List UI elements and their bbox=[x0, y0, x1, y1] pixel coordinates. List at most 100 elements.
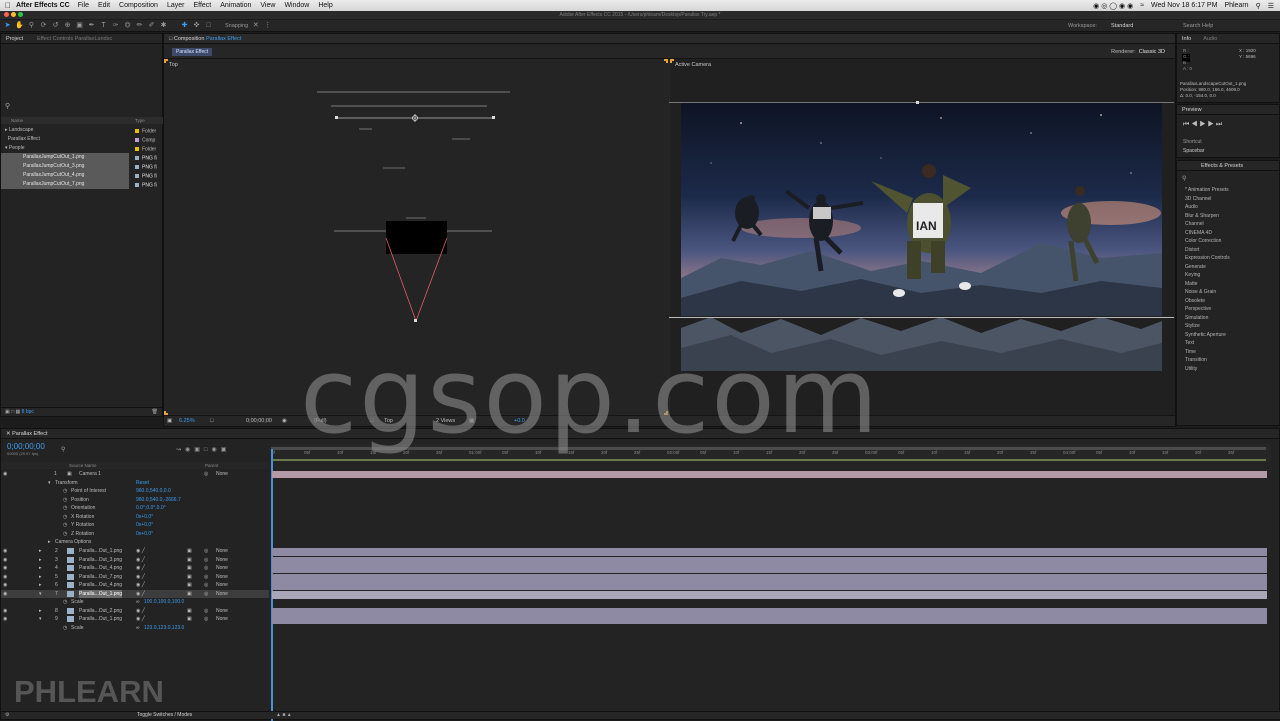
parent-select[interactable]: None bbox=[216, 581, 228, 590]
tab-preview[interactable]: Preview bbox=[1182, 107, 1202, 113]
list-icon[interactable]: ☰ bbox=[1268, 2, 1274, 10]
table-row[interactable]: ◷ Y Rotation 0x+0.0° bbox=[1, 521, 269, 530]
menu-window[interactable]: Window bbox=[284, 2, 309, 9]
table-row[interactable]: ◉ ▸ 8 Paralla...Out_2.png ◉ ╱ ▣ ◎ None bbox=[1, 607, 269, 616]
layer-bar[interactable] bbox=[272, 548, 1267, 556]
list-item[interactable]: Stylize bbox=[1177, 322, 1279, 331]
menu-help[interactable]: Help bbox=[318, 2, 332, 9]
app-menu[interactable]: After Effects CC bbox=[16, 2, 70, 9]
wifi-icon[interactable]: ≈ bbox=[1140, 2, 1144, 9]
parent-select[interactable]: None bbox=[216, 547, 228, 556]
apple-icon[interactable]:  bbox=[0, 1, 16, 10]
pan-behind-tool-icon[interactable]: ⊕ bbox=[63, 21, 72, 30]
clock[interactable]: Wed Nov 18 6:17 PM bbox=[1151, 2, 1217, 9]
view-axis-icon[interactable]: □ bbox=[204, 21, 213, 30]
list-item[interactable]: Matte bbox=[1177, 280, 1279, 289]
table-row[interactable]: ◉ 1 ▣ Camera 1 ◎ None bbox=[1, 470, 269, 479]
bpc-button[interactable]: 8 bpc bbox=[22, 409, 34, 415]
menu-animation[interactable]: Animation bbox=[220, 2, 251, 9]
toggle-switches-modes[interactable]: Toggle Switches / Modes bbox=[137, 712, 192, 719]
col-type[interactable]: Type bbox=[135, 117, 145, 124]
local-axis-icon[interactable]: ✚ bbox=[180, 21, 189, 30]
stopwatch-icon[interactable]: ◷ bbox=[63, 487, 67, 496]
layer-bar[interactable] bbox=[272, 607, 1267, 616]
table-row[interactable]: ◷ X Rotation 0x+0.0° bbox=[1, 513, 269, 522]
pen-tool-icon[interactable]: ✒ bbox=[87, 21, 96, 30]
snapping-option-icon[interactable]: ⋮ bbox=[263, 21, 272, 30]
tab-info[interactable]: Info bbox=[1182, 36, 1191, 42]
col-source-name[interactable]: Source Name bbox=[69, 463, 97, 468]
list-item[interactable]: Noise & Grain bbox=[1177, 288, 1279, 297]
title-safe-icon[interactable]: □ bbox=[210, 416, 213, 427]
workspace-select[interactable]: Standard bbox=[1111, 23, 1133, 29]
menu-edit[interactable]: Edit bbox=[98, 2, 110, 9]
list-item[interactable]: * Animation Presets bbox=[1177, 186, 1279, 195]
zoom-slider[interactable]: ▲ ■ ▲ bbox=[276, 712, 292, 719]
parent-icon[interactable]: ◎ bbox=[204, 573, 208, 582]
layer-bar[interactable] bbox=[272, 565, 1267, 573]
stopwatch-icon[interactable]: ◷ bbox=[63, 513, 67, 522]
list-item[interactable]: Obsolete bbox=[1177, 297, 1279, 306]
parent-select[interactable]: None bbox=[216, 564, 228, 573]
table-row[interactable]: ▸ Camera Options bbox=[1, 538, 269, 547]
world-axis-icon[interactable]: ✜ bbox=[192, 21, 201, 30]
list-item[interactable]: ▸ Landscape Folder bbox=[1, 126, 164, 135]
parent-icon[interactable]: ◎ bbox=[204, 564, 208, 573]
parent-select[interactable]: None bbox=[216, 607, 228, 616]
puppet-tool-icon[interactable]: ✱ bbox=[159, 21, 168, 30]
table-row[interactable]: ◉ ▸ 4 Paralla...Out_4.png ◉ ╱ ▣ ◎ None bbox=[1, 564, 269, 573]
list-item[interactable]: ParallaxJumpCutOut_4.png PNG fi bbox=[1, 171, 157, 180]
list-item[interactable]: Simulation bbox=[1177, 314, 1279, 323]
list-item[interactable]: Audio bbox=[1177, 203, 1279, 212]
parent-icon[interactable]: ◎ bbox=[204, 470, 208, 479]
brush-tool-icon[interactable]: ✑ bbox=[111, 21, 120, 30]
col-parent[interactable]: Parent bbox=[205, 462, 218, 469]
layer-bar[interactable] bbox=[272, 590, 1267, 599]
search-help-field[interactable]: Search Help bbox=[1183, 23, 1213, 29]
list-item[interactable]: Utility bbox=[1177, 365, 1279, 374]
table-row[interactable]: ◷ Scale ∞ 123.0,123.0,123.0 bbox=[1, 624, 269, 633]
snapping-icon[interactable]: ✕ bbox=[251, 21, 260, 30]
hand-tool-icon[interactable]: ✋ bbox=[15, 21, 24, 30]
stopwatch-icon[interactable]: ◷ bbox=[63, 598, 67, 607]
next-frame-icon[interactable]: ▶ bbox=[1208, 121, 1214, 128]
search-icon[interactable]: ⚲ bbox=[61, 446, 65, 453]
table-row[interactable]: ◉ ▾ 9 Paralla...Out_1.png ◉ ╱ ▣ ◎ None bbox=[1, 615, 269, 624]
stopwatch-icon[interactable]: ◷ bbox=[63, 530, 67, 539]
roto-brush-tool-icon[interactable]: ✐ bbox=[147, 21, 156, 30]
table-row[interactable]: ◷ Orientation 0.0°,0.0°,0.0° bbox=[1, 504, 269, 513]
timeline-timecode[interactable]: 0;00;00;00 bbox=[7, 442, 45, 451]
parent-select[interactable]: None bbox=[216, 470, 228, 479]
tab-audio[interactable]: Audio bbox=[1203, 36, 1217, 42]
tab-composition[interactable]: Composition bbox=[174, 36, 205, 42]
eraser-tool-icon[interactable]: ✏ bbox=[135, 21, 144, 30]
clone-stamp-tool-icon[interactable]: ⏣ bbox=[123, 21, 132, 30]
list-item[interactable]: Text bbox=[1177, 339, 1279, 348]
reset-link[interactable]: Reset bbox=[136, 479, 149, 488]
list-item[interactable]: Transition bbox=[1177, 356, 1279, 365]
link-icon[interactable]: ∞ bbox=[136, 598, 140, 607]
parent-icon[interactable]: ◎ bbox=[204, 547, 208, 556]
type-tool-icon[interactable]: T bbox=[99, 21, 108, 30]
list-item[interactable]: Distort bbox=[1177, 246, 1279, 255]
shortcut-select[interactable]: Spacebar bbox=[1183, 148, 1204, 154]
new-folder-icon[interactable]: □ bbox=[11, 409, 14, 415]
timeline-switches[interactable]: ↝◉▣□◉▣ bbox=[176, 446, 230, 453]
list-item[interactable]: CINEMA 4D bbox=[1177, 229, 1279, 238]
interpret-footage-icon[interactable]: ▣ bbox=[5, 409, 10, 415]
table-row[interactable]: ◉ ▾ 7 Paralla...Out_1.png ◉ ╱ ▣ ◎ None bbox=[1, 589, 269, 599]
spotlight-icon[interactable]: ⚲ bbox=[1256, 2, 1261, 10]
list-item[interactable]: Generate bbox=[1177, 263, 1279, 272]
table-row[interactable]: ◉ ▸ 6 Paralla...Out_4.png ◉ ╱ ▣ ◎ None bbox=[1, 581, 269, 590]
trash-icon[interactable]: 🗑 bbox=[152, 408, 158, 417]
zoom-window-button[interactable] bbox=[18, 12, 23, 17]
list-item[interactable]: Blur & Sharpen bbox=[1177, 212, 1279, 221]
layer-bar[interactable] bbox=[272, 556, 1267, 565]
parent-icon[interactable]: ◎ bbox=[204, 590, 208, 599]
timeline-options-icon[interactable]: ⚙ bbox=[5, 712, 9, 719]
stopwatch-icon[interactable]: ◷ bbox=[63, 624, 67, 633]
list-item[interactable]: ParallaxJumpCutOut_3.png PNG fi bbox=[1, 162, 157, 171]
tab-effects-presets[interactable]: Effects & Presets bbox=[1201, 163, 1243, 169]
list-item[interactable]: Channel bbox=[1177, 220, 1279, 229]
table-row[interactable]: ▾ Transform Reset bbox=[1, 479, 269, 488]
